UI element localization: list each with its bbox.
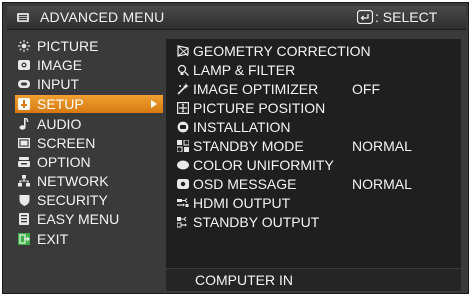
- optimizer-icon: [176, 83, 190, 95]
- input-source-label: COMPUTER IN: [195, 272, 293, 288]
- menu-item-picture[interactable]: PICTURE: [17, 37, 165, 55]
- hdmi-icon: [176, 197, 190, 209]
- shield-icon: [17, 194, 31, 206]
- menu-item-label: SCREEN: [37, 135, 96, 151]
- sun-icon: [17, 40, 31, 52]
- menu-item-image[interactable]: IMAGE: [17, 56, 165, 74]
- submenu-item-label: HDMI OUTPUT: [193, 195, 291, 211]
- menu-item-label: PICTURE: [37, 38, 99, 54]
- submenu-item-hdmi-output[interactable]: HDMI OUTPUT: [176, 194, 456, 212]
- menu-item-setup[interactable]: SETUP: [15, 95, 163, 113]
- input-icon: [17, 78, 31, 90]
- image-icon: [17, 59, 31, 71]
- submenu-item-color-uniformity[interactable]: COLOR UNIFORMITY: [176, 156, 456, 174]
- submenu-item-label: INSTALLATION: [193, 119, 291, 135]
- submenu-item-lamp-filter[interactable]: LAMP & FILTER: [176, 61, 456, 79]
- exit-icon: [17, 233, 31, 245]
- submenu-item-value: OFF: [352, 81, 380, 97]
- menu-item-label: NETWORK: [37, 173, 109, 189]
- menu-item-label: OPTION: [37, 154, 91, 170]
- menu-item-input[interactable]: INPUT: [17, 75, 165, 93]
- menu-item-label: SECURITY: [37, 192, 108, 208]
- standby-output-icon: [176, 216, 190, 228]
- network-icon: [17, 175, 31, 187]
- submenu-item-label: LAMP & FILTER: [193, 62, 296, 78]
- osd-icon: [176, 178, 190, 190]
- lamp-icon: [176, 64, 190, 76]
- setup-submenu: GEOMETRY CORRECTION LAMP & FILTER IMAGE …: [166, 39, 461, 268]
- select-hint-label: : SELECT: [375, 9, 438, 25]
- menu-item-network[interactable]: NETWORK: [17, 172, 165, 190]
- menu-item-easy-menu[interactable]: EASY MENU: [17, 210, 165, 228]
- submenu-item-label: GEOMETRY CORRECTION: [193, 43, 371, 59]
- easy-menu-icon: [17, 213, 31, 225]
- menu-item-option[interactable]: OPTION: [17, 153, 165, 171]
- submenu-item-label: PICTURE POSITION: [193, 100, 326, 116]
- osd-window: ADVANCED MENU : SELECT PICTURE IMAGE INP…: [2, 2, 469, 294]
- menu-item-label: SETUP: [37, 96, 84, 112]
- submenu-item-label: STANDBY OUTPUT: [193, 214, 320, 230]
- submenu-item-image-optimizer[interactable]: IMAGE OPTIMIZER OFF: [176, 80, 456, 98]
- enter-key-icon: [357, 10, 373, 24]
- menu-title: ADVANCED MENU: [40, 9, 165, 25]
- submenu-item-value: NORMAL: [352, 176, 412, 192]
- geometry-icon: [176, 45, 190, 57]
- menu-icon: [17, 13, 29, 22]
- submenu-item-picture-position[interactable]: PICTURE POSITION: [176, 99, 456, 117]
- menu-item-label: AUDIO: [37, 116, 82, 132]
- submenu-item-standby-output[interactable]: STANDBY OUTPUT: [176, 213, 456, 231]
- installation-icon: [176, 121, 190, 133]
- submenu-item-standby-mode[interactable]: STANDBY MODE NORMAL: [176, 137, 456, 155]
- menu-item-label: INPUT: [37, 76, 79, 92]
- standby-icon: [176, 140, 190, 152]
- menu-item-security[interactable]: SECURITY: [17, 191, 165, 209]
- color-uniformity-icon: [176, 159, 190, 171]
- header-bar: ADVANCED MENU : SELECT: [7, 6, 466, 30]
- music-note-icon: [17, 118, 31, 130]
- menu-item-audio[interactable]: AUDIO: [17, 115, 165, 133]
- submenu-item-label: STANDBY MODE: [193, 138, 304, 154]
- menu-item-label: IMAGE: [37, 57, 83, 73]
- submenu-item-label: IMAGE OPTIMIZER: [193, 81, 319, 97]
- screen-icon: [17, 137, 31, 149]
- position-icon: [176, 102, 190, 114]
- submenu-item-label: COLOR UNIFORMITY: [193, 157, 334, 173]
- menu-item-label: EASY MENU: [37, 211, 120, 227]
- option-icon: [17, 156, 31, 168]
- menu-item-screen[interactable]: SCREEN: [17, 134, 165, 152]
- submenu-item-osd-message[interactable]: OSD MESSAGE NORMAL: [176, 175, 456, 193]
- submenu-item-installation[interactable]: INSTALLATION: [176, 118, 456, 136]
- menu-item-exit[interactable]: EXIT: [17, 230, 165, 248]
- submenu-item-geometry-correction[interactable]: GEOMETRY CORRECTION: [176, 42, 456, 60]
- submenu-item-value: NORMAL: [352, 138, 412, 154]
- menu-item-label: EXIT: [37, 231, 69, 247]
- input-source-bar: COMPUTER IN: [166, 269, 461, 291]
- submenu-arrow-icon: [151, 100, 157, 108]
- setup-icon: [17, 98, 31, 110]
- select-hint: : SELECT: [357, 9, 437, 25]
- submenu-item-label: OSD MESSAGE: [193, 176, 297, 192]
